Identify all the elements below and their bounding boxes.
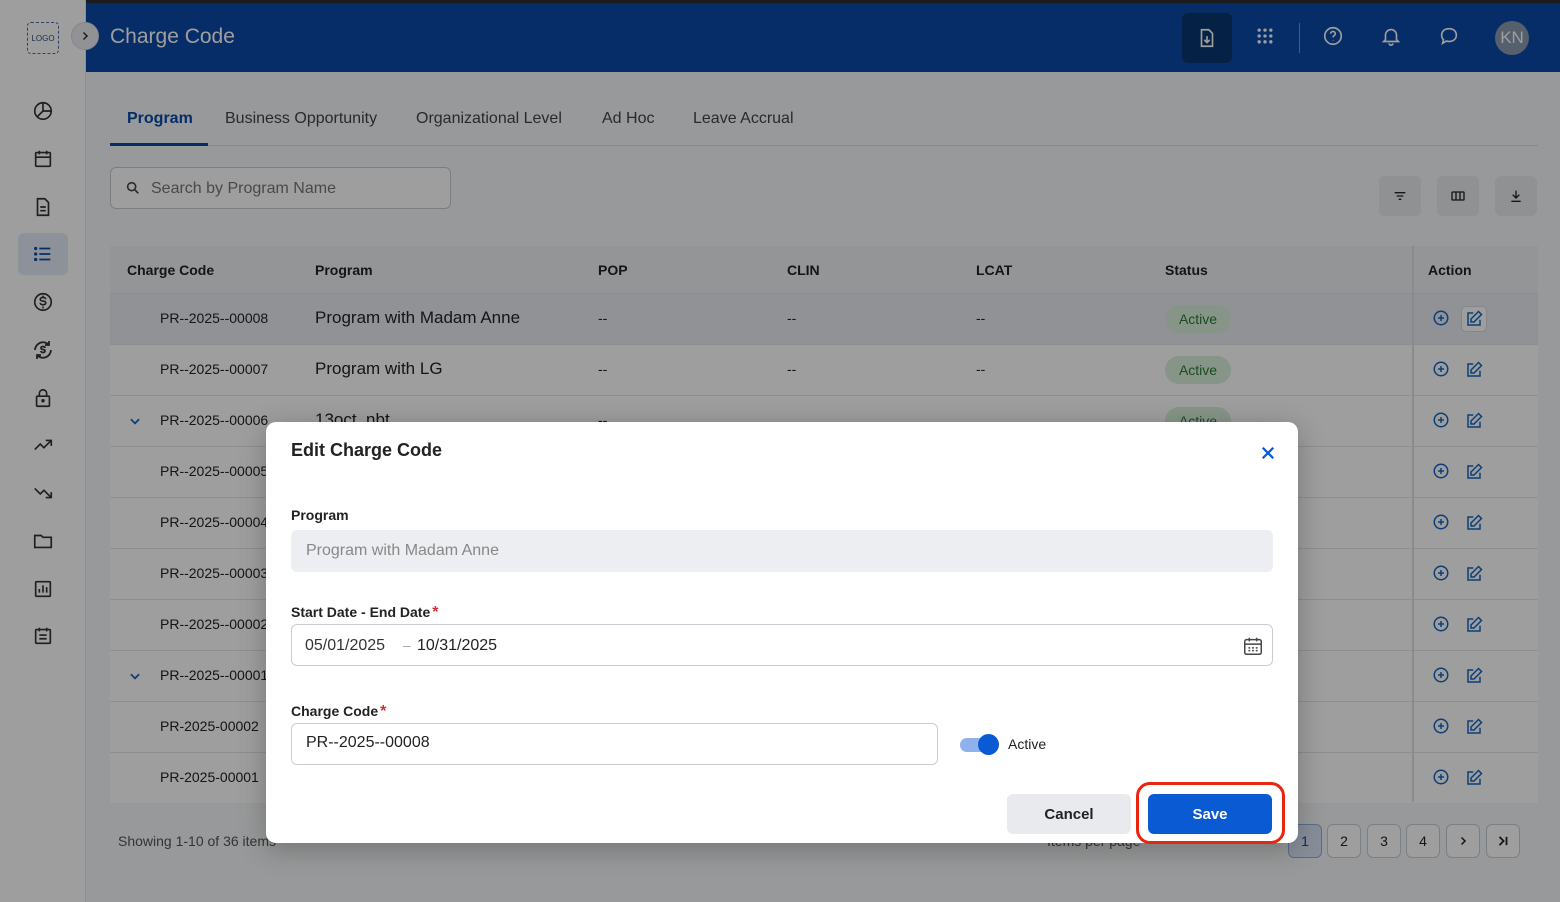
date-range-picker[interactable]: 05/01/2025 – 10/31/2025 (291, 624, 1273, 666)
end-date[interactable]: 10/31/2025 (417, 637, 497, 655)
charge-code-label-text: Charge Code (291, 703, 379, 719)
program-label: Program (291, 507, 349, 523)
start-date[interactable]: 05/01/2025 (305, 637, 385, 655)
required-mark: * (432, 604, 439, 621)
date-separator: – (403, 637, 411, 653)
toggle-knob (978, 734, 999, 755)
program-field: Program with Madam Anne (291, 530, 1273, 572)
charge-code-label: Charge Code * (291, 703, 386, 721)
date-range-label: Start Date - End Date * (291, 604, 438, 622)
charge-code-field (291, 723, 938, 765)
dialog-title: Edit Charge Code (291, 440, 443, 460)
close-icon (1261, 446, 1275, 460)
calendar-icon[interactable] (1242, 635, 1264, 657)
edit-charge-code-dialog: Edit Charge Code Program Program with Ma… (266, 422, 1298, 843)
required-mark: * (380, 703, 387, 720)
charge-code-input[interactable] (306, 734, 926, 752)
active-toggle-label: Active (1008, 736, 1047, 752)
active-toggle[interactable] (960, 734, 1000, 755)
program-field-value: Program with Madam Anne (306, 542, 499, 559)
close-button[interactable] (1256, 441, 1280, 465)
cancel-button[interactable]: Cancel (1007, 794, 1131, 834)
date-range-label-text: Start Date - End Date (291, 604, 431, 620)
save-button-highlight (1136, 782, 1285, 844)
